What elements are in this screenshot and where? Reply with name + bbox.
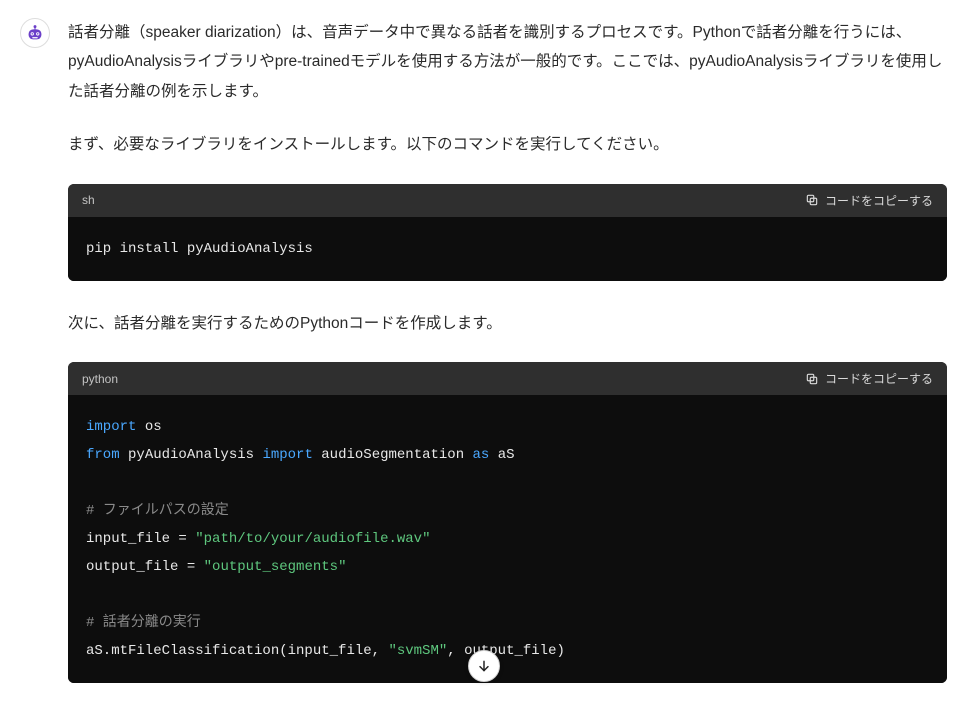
tok: input_file — [86, 531, 170, 547]
paragraph-next: 次に、話者分離を実行するためのPythonコードを作成します。 — [68, 309, 947, 338]
tok: = — [178, 559, 203, 575]
code-header: python コードをコピーする — [68, 362, 947, 395]
tok: import — [262, 447, 312, 463]
tok: from — [86, 447, 120, 463]
tok: os — [145, 419, 162, 435]
code-block-sh: sh コードをコピーする pip install pyAudioAnalysis — [68, 184, 947, 281]
arrow-down-icon — [476, 658, 492, 674]
code-block-python: python コードをコピーする import os from pyAudioA… — [68, 362, 947, 683]
paragraph-intro: 話者分離（speaker diarization）は、音声データ中で異なる話者を… — [68, 18, 947, 106]
assistant-message: 話者分離（speaker diarization）は、音声データ中で異なる話者を… — [0, 0, 967, 711]
tok: = — [170, 531, 195, 547]
copy-label: コードをコピーする — [825, 370, 933, 387]
tok: "path/to/your/audiofile.wav" — [195, 531, 430, 547]
code-body-python[interactable]: import os from pyAudioAnalysis import au… — [68, 395, 947, 683]
robot-assistant-icon — [24, 22, 46, 44]
code-header: sh コードをコピーする — [68, 184, 947, 217]
copy-icon — [805, 193, 819, 207]
copy-code-button[interactable]: コードをコピーする — [805, 370, 933, 387]
assistant-avatar — [20, 18, 50, 48]
tok: as — [473, 447, 490, 463]
code-body-sh[interactable]: pip install pyAudioAnalysis — [68, 217, 947, 281]
copy-icon — [805, 372, 819, 386]
scroll-to-bottom-button[interactable] — [468, 650, 500, 682]
tok: # ファイルパスの設定 — [86, 503, 229, 519]
code-text: pip install pyAudioAnalysis — [86, 241, 313, 257]
tok: "svmSM" — [388, 643, 447, 659]
copy-label: コードをコピーする — [825, 192, 933, 209]
copy-code-button[interactable]: コードをコピーする — [805, 192, 933, 209]
code-lang-label: sh — [82, 193, 95, 207]
tok: output_file — [86, 559, 178, 575]
tok: import — [86, 419, 136, 435]
tok: "output_segments" — [204, 559, 347, 575]
tok: , output_file) — [447, 643, 565, 659]
tok: audioSegmentation — [321, 447, 464, 463]
message-content: 話者分離（speaker diarization）は、音声データ中で異なる話者を… — [68, 18, 947, 711]
tok: # 話者分離の実行 — [86, 615, 201, 631]
tok: aS — [498, 447, 515, 463]
tok: pyAudioAnalysis — [128, 447, 254, 463]
paragraph-install: まず、必要なライブラリをインストールします。以下のコマンドを実行してください。 — [68, 130, 947, 159]
tok: aS.mtFileClassification(input_file, — [86, 643, 388, 659]
code-lang-label: python — [82, 372, 118, 386]
